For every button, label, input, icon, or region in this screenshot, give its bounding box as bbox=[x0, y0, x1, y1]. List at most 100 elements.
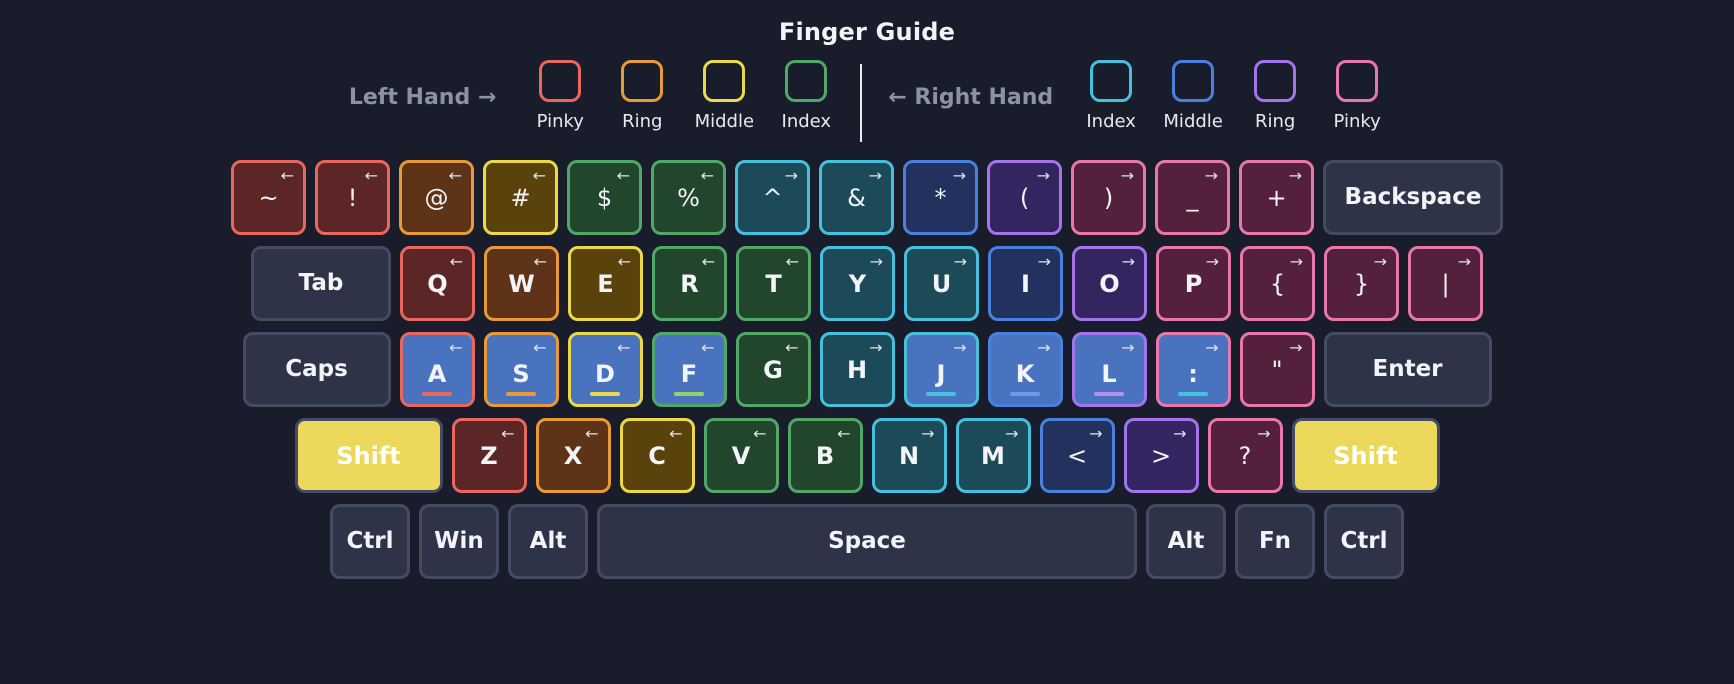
key-label: $ bbox=[596, 183, 613, 212]
key-r[interactable]: ← R bbox=[652, 246, 727, 321]
arrow-right-icon: → bbox=[1036, 166, 1050, 185]
page-title: Finger Guide bbox=[778, 18, 956, 46]
arrow-right-icon: → bbox=[1289, 252, 1303, 271]
key-label: Alt bbox=[1167, 528, 1205, 554]
key-[interactable]: →? bbox=[1207, 418, 1283, 493]
key-i[interactable]: → I bbox=[988, 246, 1063, 321]
key-f[interactable]: ← F bbox=[651, 332, 727, 407]
key-label: ! bbox=[347, 183, 358, 212]
key-shift[interactable]: Shift bbox=[294, 418, 443, 493]
key-s[interactable]: ← S bbox=[483, 332, 559, 407]
legend-item-right-index: Index bbox=[1083, 60, 1139, 132]
arrow-left-icon: ← bbox=[701, 338, 715, 357]
key-label: Ctrl bbox=[1340, 528, 1388, 554]
key-[interactable]: ←! bbox=[315, 160, 390, 235]
key-[interactable]: → < bbox=[1039, 418, 1115, 493]
finger-guide-app: Finger Guide Left Hand → Pinky Ring Middle… bbox=[0, 0, 1734, 684]
key-v[interactable]: ← V bbox=[703, 418, 779, 493]
key-d[interactable]: ← D bbox=[567, 332, 643, 407]
key-[interactable]: →: bbox=[1155, 332, 1231, 407]
key-u[interactable]: → U bbox=[904, 246, 979, 321]
key-w[interactable]: ← W bbox=[484, 246, 559, 321]
key-label: < bbox=[1066, 441, 1088, 470]
arrow-left-icon: ← bbox=[533, 252, 547, 271]
key-[interactable]: → | bbox=[1408, 246, 1483, 321]
arrow-right-icon: → bbox=[1121, 252, 1135, 271]
key-[interactable]: →{ bbox=[1240, 246, 1315, 321]
key-z[interactable]: ← Z bbox=[451, 418, 527, 493]
key-l[interactable]: → L bbox=[1071, 332, 1147, 407]
key-space[interactable]: Space bbox=[597, 504, 1137, 579]
home-row-marker bbox=[1094, 392, 1124, 396]
key-[interactable]: → _ bbox=[1155, 160, 1230, 235]
key-y[interactable]: → Y bbox=[820, 246, 895, 321]
key-label: Y bbox=[848, 269, 867, 298]
legend-item-left-middle: Middle bbox=[695, 60, 754, 132]
arrow-right-icon: → bbox=[784, 166, 798, 185]
key-[interactable]: → & bbox=[819, 160, 894, 235]
key-[interactable]: → ^ bbox=[735, 160, 810, 235]
key-label: ~ bbox=[258, 183, 279, 212]
key-[interactable]: ← @ bbox=[399, 160, 474, 235]
key-label: * bbox=[934, 183, 947, 212]
left-hand-swatches: Pinky Ring Middle Index bbox=[532, 60, 834, 132]
key-shift[interactable]: Shift bbox=[1291, 418, 1440, 493]
key-enter[interactable]: Enter bbox=[1323, 332, 1492, 407]
right-hand-swatches: Index Middle Ring Pinky bbox=[1083, 60, 1385, 132]
arrow-left-icon: ← bbox=[532, 166, 546, 185]
key-e[interactable]: ← E bbox=[568, 246, 643, 321]
key-h[interactable]: → H bbox=[819, 332, 895, 407]
key-label: Ctrl bbox=[346, 528, 394, 554]
key-k[interactable]: → K bbox=[987, 332, 1063, 407]
key-label: G bbox=[763, 355, 783, 384]
key-[interactable]: ← ~ bbox=[231, 160, 306, 235]
key-ctrl[interactable]: Ctrl bbox=[1324, 504, 1404, 579]
arrow-right-icon: → bbox=[1373, 252, 1387, 271]
key-[interactable]: → > bbox=[1123, 418, 1199, 493]
key-b[interactable]: ← B bbox=[787, 418, 863, 493]
key-[interactable]: ←% bbox=[651, 160, 726, 235]
legend-item-label: Ring bbox=[622, 111, 663, 132]
key-[interactable]: →( bbox=[987, 160, 1062, 235]
key-p[interactable]: → P bbox=[1156, 246, 1231, 321]
key-q[interactable]: ← Q bbox=[400, 246, 475, 321]
key-[interactable]: → " bbox=[1239, 332, 1315, 407]
arrow-right-icon: → bbox=[1089, 424, 1103, 443]
key-c[interactable]: ← C bbox=[619, 418, 695, 493]
key-[interactable]: ← # bbox=[483, 160, 558, 235]
key-a[interactable]: ← A bbox=[399, 332, 475, 407]
key-label: Fn bbox=[1258, 528, 1292, 554]
key-[interactable]: → + bbox=[1239, 160, 1314, 235]
key-label: I bbox=[1021, 269, 1030, 298]
key-j[interactable]: → J bbox=[903, 332, 979, 407]
key-ctrl[interactable]: Ctrl bbox=[330, 504, 410, 579]
key-label: > bbox=[1150, 441, 1172, 470]
key-fn[interactable]: Fn bbox=[1235, 504, 1315, 579]
arrow-right-icon: → bbox=[953, 252, 967, 271]
key-[interactable]: →) bbox=[1071, 160, 1146, 235]
arrow-left-icon: ← bbox=[449, 338, 463, 357]
key-alt[interactable]: Alt bbox=[508, 504, 588, 579]
key-label: J bbox=[936, 359, 946, 388]
arrow-right-icon: → bbox=[868, 166, 882, 185]
key-caps[interactable]: Caps bbox=[242, 332, 391, 407]
key-o[interactable]: → O bbox=[1072, 246, 1147, 321]
key-t[interactable]: ← T bbox=[736, 246, 811, 321]
key-label: Alt bbox=[529, 528, 567, 554]
key-backspace[interactable]: Backspace bbox=[1323, 160, 1503, 235]
key-label: C bbox=[648, 441, 666, 470]
key-win[interactable]: Win bbox=[419, 504, 499, 579]
key-[interactable]: →} bbox=[1324, 246, 1399, 321]
key-g[interactable]: ← G bbox=[735, 332, 811, 407]
key-m[interactable]: → M bbox=[955, 418, 1031, 493]
key-alt[interactable]: Alt bbox=[1146, 504, 1226, 579]
key-x[interactable]: ← X bbox=[535, 418, 611, 493]
key-tab[interactable]: Tab bbox=[251, 246, 391, 321]
legend-item-label: Ring bbox=[1254, 111, 1296, 132]
key-[interactable]: ← $ bbox=[567, 160, 642, 235]
arrow-right-icon: → bbox=[869, 338, 883, 357]
key-[interactable]: → * bbox=[903, 160, 978, 235]
arrow-left-icon: ← bbox=[753, 424, 767, 443]
keyboard-row-home-row: Caps ← A ← S ← D ← F ← G → H → J → K → L →: → " Enter bbox=[242, 332, 1492, 407]
key-n[interactable]: → N bbox=[871, 418, 947, 493]
